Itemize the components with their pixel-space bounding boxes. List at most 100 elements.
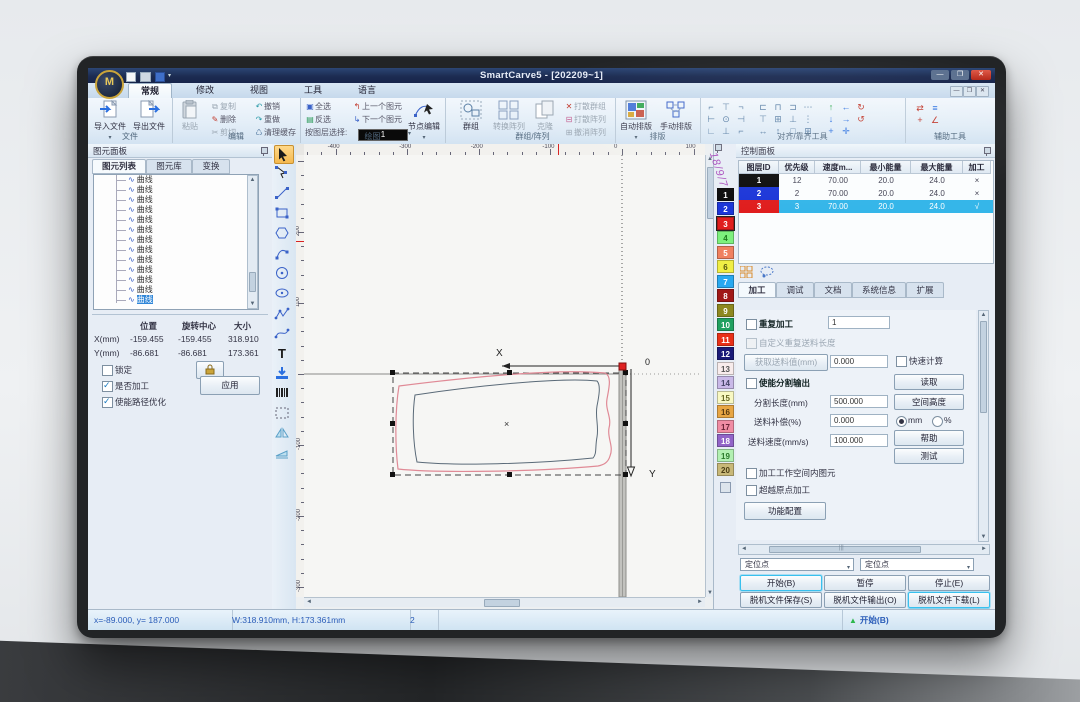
list-item[interactable]: ∿曲线 [94,205,258,215]
calibrate-icon[interactable]: + [913,114,927,126]
offline-output-button[interactable]: 脱机文件输出(O) [824,592,906,608]
tab-document[interactable]: 文档 [814,282,852,298]
canvas-scroll-right-icon[interactable]: ► [697,599,703,605]
layer-chip[interactable]: 11 [717,333,734,346]
panel-vthumb[interactable] [980,321,987,413]
unit-mm-radio[interactable] [896,416,907,427]
lasso-icon[interactable] [760,266,774,278]
list-item[interactable]: ∿曲线 [94,265,258,275]
ungroup-button[interactable]: ✕打散群组 [564,101,606,113]
table-row[interactable]: 3370.0020.024.0√ [739,200,993,213]
layer-strip-footer-icon[interactable] [720,482,731,493]
minimize-button[interactable]: — [931,70,949,80]
panel-hthumb[interactable] [769,546,921,553]
layer-strip-pin-icon[interactable] [722,148,729,156]
list-item[interactable]: ∿曲线 [94,275,258,285]
align-top-icon[interactable]: ⊤ [756,113,770,125]
unit-percent-radio[interactable] [932,416,943,427]
scrollbar-thumb[interactable] [249,272,256,292]
anchor-1-caret-icon[interactable]: ▾ [847,562,850,574]
close-button[interactable]: ✕ [971,70,991,80]
redo-button[interactable]: ↷重做 [254,114,280,126]
panel-scroll-left-icon[interactable]: ◄ [741,546,747,552]
lock-checkbox[interactable] [102,365,113,376]
x-center-value[interactable]: -159.455 [178,334,212,344]
list-item[interactable]: ∿曲线 [94,185,258,195]
start-button[interactable]: 开始(B) [740,575,822,591]
simulate-icon[interactable]: ⇄ [913,102,927,114]
read-button[interactable]: 读取 [894,374,964,390]
text-tool[interactable]: T [274,345,294,364]
control-panel-pin-icon[interactable] [983,147,990,155]
layer-chip[interactable]: 10 [717,318,734,331]
snap-left-icon[interactable]: ⊢ [704,113,718,125]
status-start[interactable]: ▲开始(B) [842,610,995,630]
scroll-up-icon[interactable]: ▲ [248,177,257,183]
list-item[interactable]: ∿曲线 [94,235,258,245]
panel-grid-icon[interactable] [740,266,753,278]
mirror-v-tool[interactable] [274,445,294,464]
delete-button[interactable]: ✎删除 [210,114,236,126]
split-output-checkbox[interactable] [746,378,757,389]
scroll-down-icon[interactable]: ▼ [248,301,257,307]
panel-vscrollbar[interactable]: ▲ ▼ [978,310,989,542]
tab-element-list[interactable]: 图元列表 [92,159,146,174]
table-row[interactable]: 11270.0020.024.0× [739,174,993,187]
maximize-button[interactable]: ❐ [951,70,969,80]
repeat-checkbox[interactable] [746,319,757,330]
pause-button[interactable]: 暂停 [824,575,906,591]
measure-icon[interactable]: ∠ [928,114,942,126]
tab-normal[interactable]: 常规 [128,83,172,99]
optimize-checkbox[interactable] [102,397,113,408]
tab-debug[interactable]: 调试 [776,282,814,298]
test-button[interactable]: 测试 [894,448,964,464]
prev-element-button[interactable]: ↰上一个图元 [352,101,402,113]
to-array-button[interactable]: 转换阵列 [490,100,528,132]
layer-chip[interactable]: 19 [717,449,734,462]
rect-tool[interactable] [274,205,294,224]
invert-select-button[interactable]: ▤反选 [305,114,331,126]
rotate-ccw-icon[interactable]: ↺ [854,113,868,125]
layer-chip[interactable]: 18 [717,434,734,447]
snap-top-right-icon[interactable]: ¬ [734,101,748,113]
align-center-h-icon[interactable]: ⊓ [771,101,785,113]
layer-chip[interactable]: 20 [717,463,734,476]
list-item[interactable]: ∿曲线 [94,175,258,185]
func-config-button[interactable]: 功能配置 [744,502,826,520]
list-item[interactable]: ∿曲线 [94,195,258,205]
list-item[interactable]: ∿曲线 [94,295,258,305]
pin-icon[interactable] [260,147,267,155]
layer-chip[interactable]: 17 [717,420,734,433]
feed-value-input[interactable] [830,355,888,368]
layer-chip[interactable]: 8 [717,289,734,302]
split-length-input[interactable] [830,395,888,408]
align-bottom-icon[interactable]: ⊥ [786,113,800,125]
undo-button[interactable]: ↶撤销 [254,101,280,113]
width-value[interactable]: 318.910 [228,334,259,344]
stop-button[interactable]: 停止(E) [908,575,990,591]
help-button[interactable]: 帮助 [894,430,964,446]
move-left-icon[interactable]: ← [839,101,853,113]
snap-right-icon[interactable]: ⊣ [734,113,748,125]
tab-transform[interactable]: 变换 [192,159,230,174]
clone-button[interactable]: 克隆 [528,100,562,132]
snap-center-icon[interactable]: ⊙ [719,113,733,125]
tab-extension[interactable]: 扩展 [906,282,944,298]
layer-chip[interactable]: 3 [717,217,734,230]
anchor-select-1[interactable]: 定位点▾ [740,558,854,571]
height-value[interactable]: 173.361 [228,348,259,358]
feed-speed-input[interactable] [830,434,888,447]
layer-chip[interactable]: 5 [717,246,734,259]
panel-scroll-right-icon[interactable]: ► [981,546,987,552]
layer-chip[interactable]: 2 [717,202,734,215]
export-file-button[interactable]: 导出文件 [130,100,168,132]
arc-tool[interactable] [274,245,294,264]
move-right-icon[interactable]: → [839,113,853,125]
snap-top-icon[interactable]: ⊤ [719,101,733,113]
drop-align-tool[interactable] [274,365,294,384]
next-element-button[interactable]: ↳下一个图元 [352,114,402,126]
table-row[interactable]: 2270.0020.024.0× [739,187,993,200]
align-right-icon[interactable]: ⊐ [786,101,800,113]
layer-chip[interactable]: 12 [717,347,734,360]
layer-chip[interactable]: 6 [717,260,734,273]
